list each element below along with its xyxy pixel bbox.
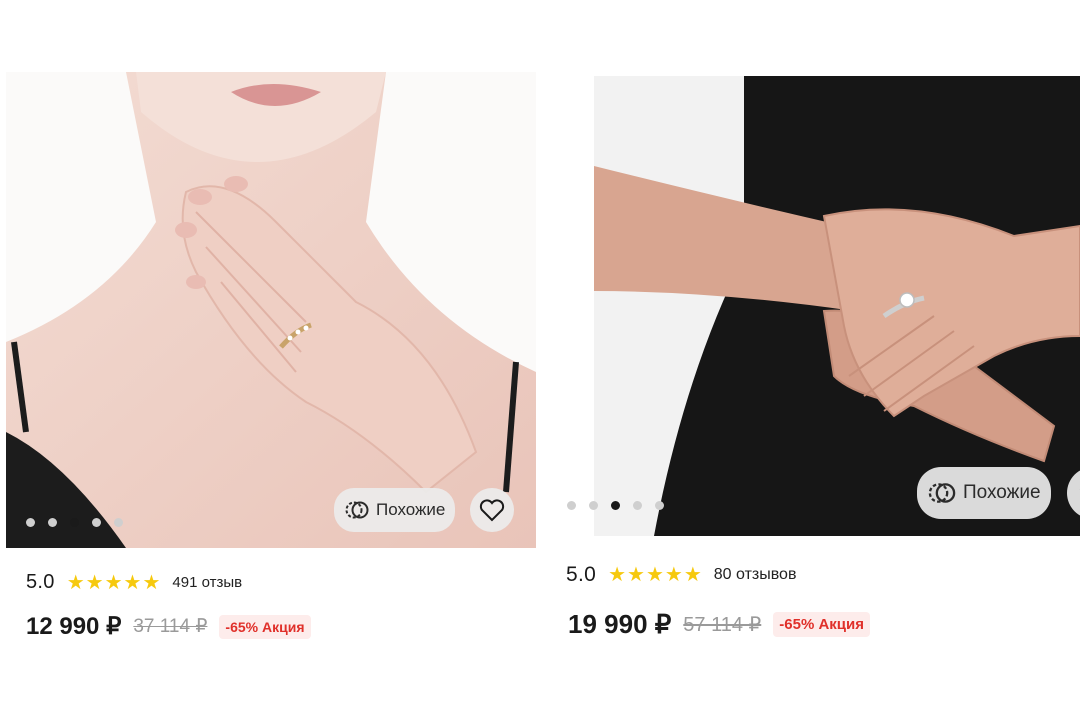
product-card[interactable]: Похожие 5.0 ★ ★ ★ ★ ★ 80 отзывов 19 990 … <box>560 0 1080 720</box>
similar-label: Похожие <box>376 500 446 519</box>
carousel-dot[interactable] <box>26 518 35 527</box>
rating-value: 5.0 <box>26 571 55 593</box>
favorite-button[interactable] <box>470 488 514 532</box>
similar-button[interactable]: Похожие <box>917 467 1051 519</box>
carousel-dot[interactable] <box>114 518 123 527</box>
old-price: 57 114 ₽ <box>683 614 762 636</box>
star-icon: ★ <box>66 571 85 594</box>
star-icon: ★ <box>683 564 702 586</box>
carousel-dot[interactable] <box>633 501 642 510</box>
star-icon: ★ <box>104 571 123 594</box>
star-icon: ★ <box>142 571 161 594</box>
product-card[interactable]: Похожие 5.0 ★ ★ ★ ★ ★ 491 отзыв 12 990 ₽… <box>0 0 545 720</box>
rating-stars: ★ ★ ★ ★ ★ <box>67 573 161 593</box>
similar-icon <box>928 483 956 503</box>
heart-icon <box>479 499 505 522</box>
current-price: 12 990 ₽ <box>26 613 122 640</box>
carousel-dot[interactable] <box>48 518 57 527</box>
product-image[interactable] <box>6 72 536 548</box>
discount-badge: -65% Акция <box>219 614 311 639</box>
carousel-dot[interactable] <box>92 518 101 527</box>
price-row: 12 990 ₽ 37 114 ₽ -65% Акция <box>26 612 311 641</box>
carousel-dot-active[interactable] <box>611 501 620 510</box>
discount-badge: -65% Акция <box>773 612 870 637</box>
image-carousel-indicator <box>567 501 664 510</box>
star-icon: ★ <box>123 571 142 594</box>
reviews-count[interactable]: 80 отзывов <box>714 566 797 584</box>
old-price: 37 114 ₽ <box>133 616 208 637</box>
carousel-dot[interactable] <box>655 501 664 510</box>
current-price: 19 990 ₽ <box>568 609 672 639</box>
similar-icon <box>345 501 369 519</box>
reviews-count[interactable]: 491 отзыв <box>172 574 242 591</box>
star-icon: ★ <box>627 564 645 586</box>
star-icon: ★ <box>664 564 683 586</box>
price-row: 19 990 ₽ 57 114 ₽ -65% Акция <box>568 609 870 640</box>
image-carousel-indicator <box>26 518 123 527</box>
carousel-dot[interactable] <box>567 501 576 510</box>
similar-button[interactable]: Похожие <box>334 488 456 532</box>
rating-stars: ★ ★ ★ ★ ★ <box>608 565 702 585</box>
carousel-dot[interactable] <box>589 501 598 510</box>
rating-row: 5.0 ★ ★ ★ ★ ★ 80 отзывов <box>566 563 796 587</box>
star-icon: ★ <box>85 571 104 594</box>
star-icon: ★ <box>645 564 664 586</box>
star-icon: ★ <box>608 564 627 586</box>
model-hand-photo <box>6 72 536 548</box>
rating-row: 5.0 ★ ★ ★ ★ ★ 491 отзыв <box>26 571 242 594</box>
similar-label: Похожие <box>963 482 1041 503</box>
rating-value: 5.0 <box>566 563 597 586</box>
carousel-dot-active[interactable] <box>70 518 79 527</box>
